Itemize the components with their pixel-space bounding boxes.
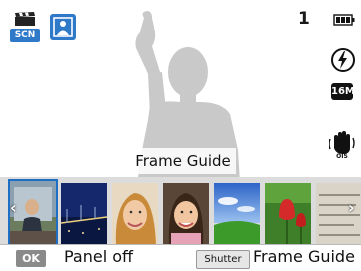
shutter-action-label: Frame Guide [253,247,355,266]
thumbnail-children[interactable] [163,183,209,245]
scroll-right-arrow[interactable]: › [348,199,358,217]
thumbnail-beauty-shot[interactable] [112,183,158,245]
camera-screen: SCN 1 16M OIS Frame Guide ‹ › OK Panel o… [0,0,361,271]
scene-badge: SCN [10,29,40,42]
remaining-shots: 1 [298,9,310,29]
frame-guide-mode-icon[interactable] [50,14,76,40]
woman-portrait-thumb-image [112,183,158,245]
thumbnail-landscape[interactable] [214,183,260,245]
shutter-key[interactable]: Shutter [196,250,250,269]
tulips-thumb-image [265,183,311,245]
scene-thumbnail-strip: ‹ › [0,177,361,247]
svg-text:OIS: OIS [336,153,348,158]
child-portrait-thumb-image [163,183,209,245]
panel-off-label: Panel off [64,247,134,266]
night-bridge-thumb-image [61,183,107,245]
thumbnail-night-scene[interactable] [61,183,107,245]
bottom-help-bar: OK Panel off Shutter Frame Guide [0,244,361,271]
ok-key[interactable]: OK [16,250,46,267]
frame-person-icon [53,17,73,37]
clapperboard-icon [15,12,35,26]
battery-icon [333,14,355,26]
scene-mode-icon[interactable]: SCN [10,12,46,42]
thumbnail-close-up[interactable] [265,183,311,245]
flash-off-icon[interactable] [330,47,356,73]
landscape-thumb-image [214,183,260,245]
image-size-icon[interactable]: 16M [331,83,355,100]
frame-guide-label: Frame Guide [130,148,236,174]
scroll-left-arrow[interactable]: ‹ [10,199,20,217]
ois-hand-icon[interactable]: OIS [329,130,355,158]
